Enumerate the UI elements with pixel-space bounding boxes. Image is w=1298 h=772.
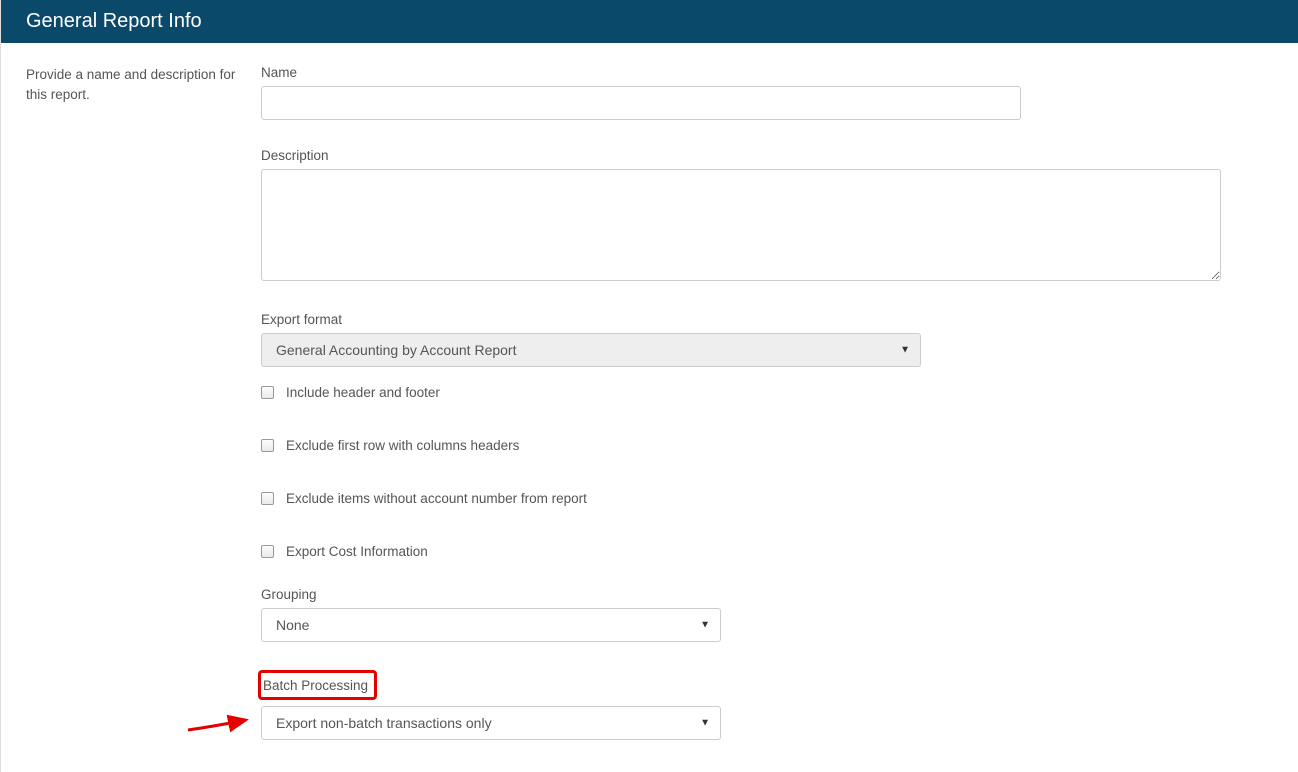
exclude-first-row-checkbox[interactable]: [261, 439, 274, 452]
chevron-down-icon: ▼: [700, 718, 710, 729]
export-cost-info-label: Export Cost Information: [286, 544, 428, 559]
page-title: General Report Info: [26, 10, 202, 32]
annotation-highlight: Batch Processing: [258, 670, 377, 700]
grouping-select[interactable]: None ▼: [261, 608, 721, 642]
batch-processing-label: Batch Processing: [263, 678, 368, 693]
grouping-label: Grouping: [261, 587, 1221, 602]
helper-column: Provide a name and description for this …: [26, 65, 261, 750]
helper-text: Provide a name and description for this …: [26, 67, 235, 102]
export-format-label: Export format: [261, 312, 1221, 327]
batch-processing-value: Export non-batch transactions only: [276, 715, 492, 731]
exclude-first-row-label: Exclude first row with columns headers: [286, 438, 519, 453]
name-label: Name: [261, 65, 1221, 80]
name-input[interactable]: [261, 86, 1021, 120]
export-format-select[interactable]: General Accounting by Account Report ▼: [261, 333, 921, 367]
batch-processing-select[interactable]: Export non-batch transactions only ▼: [261, 706, 721, 740]
chevron-down-icon: ▼: [900, 345, 910, 356]
export-format-value: General Accounting by Account Report: [276, 342, 516, 358]
page-header: General Report Info: [1, 0, 1298, 43]
grouping-value: None: [276, 617, 309, 633]
exclude-no-account-label: Exclude items without account number fro…: [286, 491, 587, 506]
include-header-footer-checkbox[interactable]: [261, 386, 274, 399]
chevron-down-icon: ▼: [700, 620, 710, 631]
exclude-no-account-checkbox[interactable]: [261, 492, 274, 505]
description-label: Description: [261, 148, 1221, 163]
description-textarea[interactable]: [261, 169, 1221, 281]
include-header-footer-label: Include header and footer: [286, 385, 440, 400]
export-cost-info-checkbox[interactable]: [261, 545, 274, 558]
